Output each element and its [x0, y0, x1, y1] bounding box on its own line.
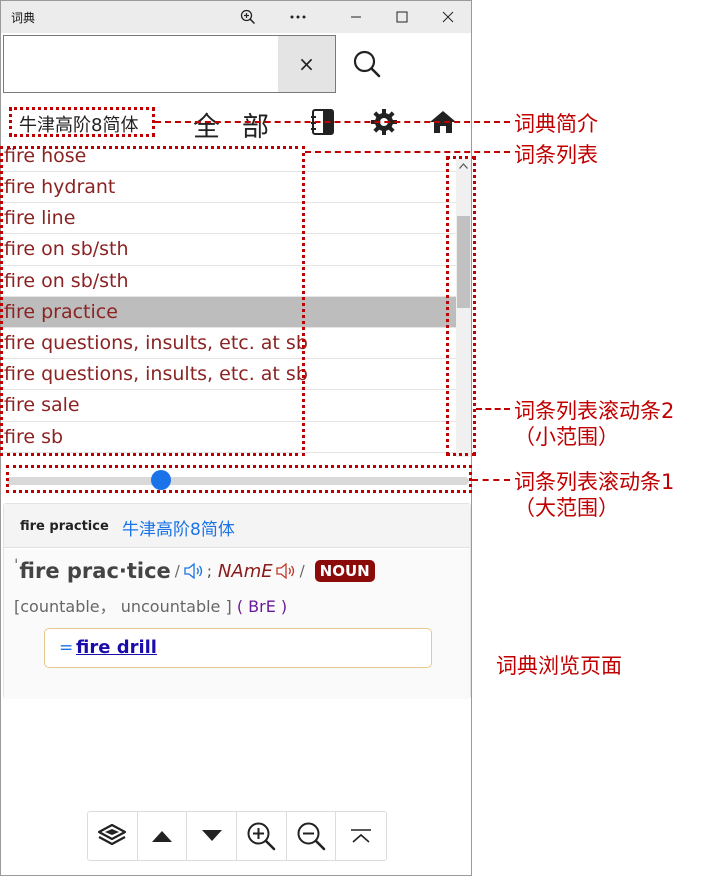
grammar-line: [countable， uncountable ] ( BrE ) — [14, 593, 287, 617]
scrollbar1-leader — [472, 479, 510, 481]
cross-reference-box: = fire drill — [44, 628, 432, 668]
maximize-icon[interactable] — [379, 1, 425, 33]
viewer-header-word: fire practice — [20, 519, 109, 534]
clear-button[interactable]: × — [278, 35, 336, 93]
region-label: NAmE — [217, 560, 273, 582]
word-list-leader — [305, 151, 510, 153]
headword-line: ˈ fire prac·tice / ; NAmE / NOUN — [14, 555, 375, 583]
down-arrow-icon[interactable] — [187, 812, 238, 860]
slash: / — [299, 562, 305, 580]
layers-icon[interactable] — [88, 812, 138, 860]
word-list-highlight — [0, 146, 305, 456]
more-icon[interactable] — [275, 1, 321, 33]
viewer-header-dictionary[interactable]: 牛津高阶8简体 — [122, 515, 235, 540]
dictionary-viewer: fire practice 牛津高阶8简体 ˈ fire prac·tice /… — [3, 503, 471, 699]
search-button[interactable] — [337, 35, 397, 93]
search-input[interactable] — [3, 35, 279, 93]
all-dictionaries-button[interactable]: 全部 — [193, 105, 291, 144]
search-row: × — [1, 35, 471, 95]
semicolon: ; — [206, 562, 212, 580]
speaker-icon-bre[interactable] — [184, 562, 204, 580]
callout-word-list: 词条列表 — [514, 143, 598, 167]
entry-body: ˈ fire prac·tice / ; NAmE / NOUN [counta… — [4, 549, 470, 699]
window-title: 词典 — [11, 11, 36, 25]
dict-intro-highlight — [9, 107, 155, 137]
dict-intro-leader — [155, 121, 510, 123]
speaker-icon-name[interactable] — [275, 562, 296, 580]
close-icon[interactable] — [425, 1, 471, 33]
search-icon — [353, 50, 381, 78]
zoom-out-icon[interactable] — [287, 812, 337, 860]
grammar-label: [countable， uncountable ] — [14, 597, 232, 616]
scroll-top-icon[interactable] — [336, 812, 386, 860]
scrollbar2-highlight — [446, 156, 476, 456]
pos-badge: NOUN — [314, 560, 375, 582]
viewer-header: fire practice 牛津高阶8简体 — [4, 504, 470, 548]
zoom-in-icon[interactable] — [237, 812, 287, 860]
scrollbar2-leader — [476, 408, 510, 410]
xref-link[interactable]: fire drill — [76, 637, 157, 658]
page: 词典 × 牛津高阶8简体 全部 fire hose fire hydrant f… — [0, 0, 710, 876]
xref-prefix: = — [59, 638, 74, 658]
minimize-icon[interactable] — [333, 1, 379, 33]
slash: / — [174, 562, 180, 580]
callout-browse-page: 词典浏览页面 — [496, 654, 622, 678]
callout-scrollbar1-note: （大范围） — [514, 496, 619, 520]
zoom-icon[interactable] — [225, 1, 271, 33]
title-bar: 词典 — [1, 1, 471, 33]
stress-mark: ˈ — [14, 555, 19, 575]
clear-icon: × — [298, 52, 315, 76]
scrollbar1-highlight — [6, 465, 472, 493]
region-note: ( BrE ) — [236, 597, 288, 616]
bottom-toolbar — [87, 811, 387, 861]
headword: fire prac·tice — [19, 559, 171, 583]
up-arrow-icon[interactable] — [138, 812, 188, 860]
callout-scrollbar2-note: （小范围） — [514, 425, 619, 449]
callout-dict-intro: 词典简介 — [514, 112, 598, 136]
